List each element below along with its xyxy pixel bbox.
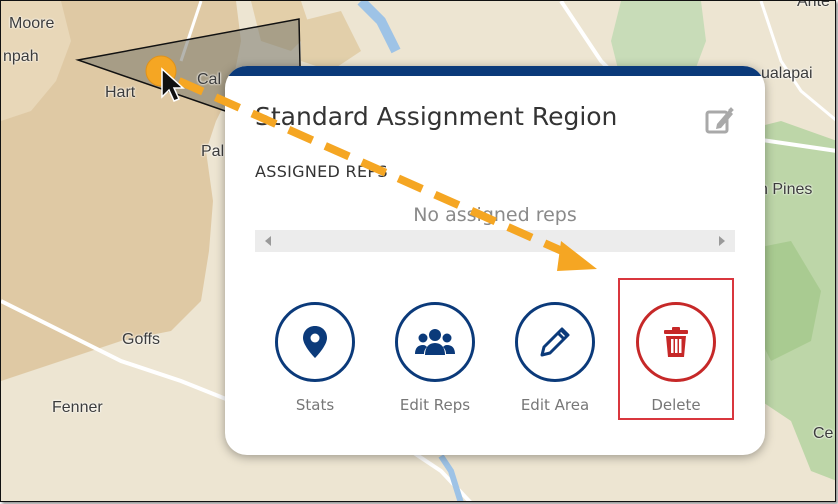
edit-reps-label: Edit Reps bbox=[399, 396, 471, 414]
users-group-icon bbox=[415, 329, 455, 355]
reps-horizontal-scrollbar[interactable] bbox=[255, 230, 735, 252]
edit-reps-button[interactable]: Edit Reps bbox=[380, 302, 490, 414]
delete-button-circle[interactable] bbox=[636, 302, 716, 382]
scroll-left-arrow-icon[interactable] bbox=[265, 236, 271, 246]
map-label-fenner: Fenner bbox=[52, 399, 103, 416]
assigned-reps-label: ASSIGNED REPS bbox=[255, 162, 388, 181]
map-label-ante: Ante bbox=[797, 0, 830, 10]
edit-title-icon[interactable] bbox=[705, 106, 735, 134]
delete-button[interactable]: Delete bbox=[621, 302, 731, 414]
region-title: Standard Assignment Region bbox=[255, 102, 618, 131]
scroll-right-arrow-icon[interactable] bbox=[719, 236, 725, 246]
map-label-npah: npah bbox=[3, 48, 39, 65]
stats-label: Stats bbox=[295, 396, 335, 414]
screenshot-frame: Moore npah Hart Cal Pal Goffs Fenner Ant… bbox=[0, 0, 836, 502]
map-label-goffs: Goffs bbox=[122, 331, 160, 348]
edit-area-label: Edit Area bbox=[520, 396, 590, 414]
map-label-n-pines: n Pines bbox=[759, 181, 813, 198]
card-accent-bar bbox=[225, 66, 765, 76]
no-reps-message: No assigned reps bbox=[413, 204, 577, 226]
map-label-cal: Cal bbox=[197, 71, 222, 88]
edit-area-button[interactable]: Edit Area bbox=[500, 302, 610, 414]
trash-icon bbox=[664, 327, 688, 357]
stats-button-circle[interactable] bbox=[275, 302, 355, 382]
edit-area-button-circle[interactable] bbox=[515, 302, 595, 382]
map-label-pal: Pal bbox=[201, 143, 225, 160]
map-label-ualapai: ualapai bbox=[761, 65, 813, 82]
map-label-ce: Ce bbox=[813, 425, 834, 442]
delete-label: Delete bbox=[651, 396, 701, 414]
map-label-hart: Hart bbox=[105, 84, 136, 101]
region-popup-card: Standard Assignment Region ASSIGNED REPS… bbox=[225, 66, 765, 455]
map-label-moore: Moore bbox=[9, 15, 55, 32]
pencil-icon bbox=[540, 327, 570, 357]
map-pin-icon bbox=[303, 326, 327, 358]
stats-button[interactable]: Stats bbox=[260, 302, 370, 414]
edit-reps-button-circle[interactable] bbox=[395, 302, 475, 382]
